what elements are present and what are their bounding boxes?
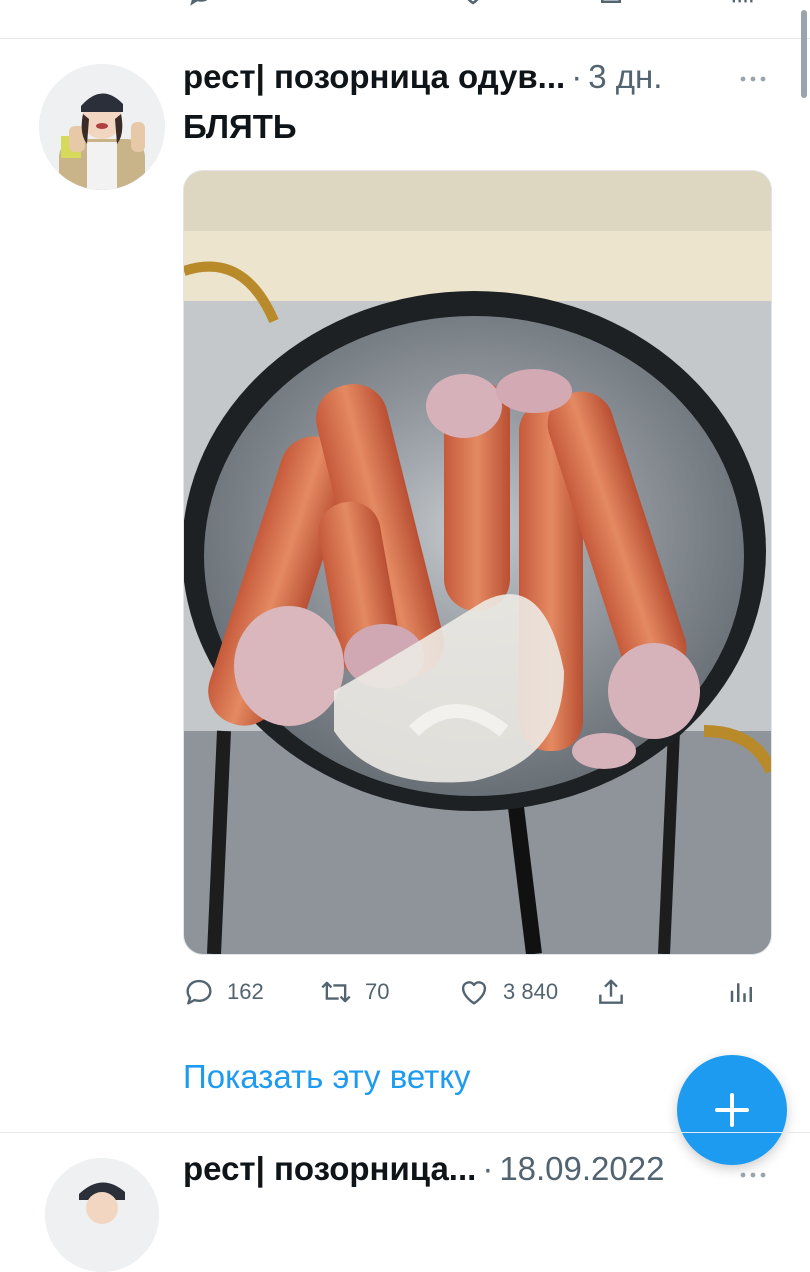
analytics-icon xyxy=(730,983,752,1002)
author-name[interactable]: рест| позорница одув... xyxy=(183,58,565,96)
share-button[interactable] xyxy=(596,0,626,14)
analytics-button[interactable] xyxy=(727,972,757,1012)
heart-icon xyxy=(461,981,487,1005)
reply-icon xyxy=(186,979,212,1005)
tweet-time[interactable]: 18.09.2022 xyxy=(499,1150,664,1188)
more-horizontal-icon xyxy=(740,1172,766,1178)
avatar[interactable] xyxy=(39,64,165,190)
like-count: 3 840 xyxy=(503,979,559,1004)
tweet-media[interactable] xyxy=(183,170,772,955)
compose-tweet-button[interactable] xyxy=(677,1055,787,1165)
divider xyxy=(0,1132,810,1133)
author-name[interactable]: рест| позорница... xyxy=(183,1150,476,1188)
plus-icon xyxy=(715,1093,749,1127)
avatar-image xyxy=(45,1158,159,1272)
avatar-image xyxy=(39,64,165,190)
tweet-actions: 162 70 3 840 xyxy=(183,972,783,1012)
retweet-icon xyxy=(322,0,352,8)
header-separator: · xyxy=(571,58,583,95)
analytics-button[interactable] xyxy=(728,0,756,14)
reply-button[interactable] xyxy=(186,0,216,14)
scrollbar[interactable] xyxy=(801,10,807,98)
share-icon xyxy=(601,0,621,3)
sausages-photo xyxy=(184,171,771,954)
tweet-text: БЛЯТЬ xyxy=(183,108,297,145)
retweet-button[interactable] xyxy=(322,0,352,14)
avatar[interactable] xyxy=(45,1158,159,1272)
more-horizontal-icon xyxy=(740,76,766,82)
reply-icon xyxy=(190,0,208,6)
share-icon xyxy=(599,979,623,1004)
previous-tweet-actions: 2 10 xyxy=(0,0,810,8)
reply-count: 162 xyxy=(227,979,264,1004)
reply-button[interactable]: 162 xyxy=(183,972,264,1012)
share-button[interactable] xyxy=(595,972,627,1012)
show-thread-link[interactable]: Показать эту ветку xyxy=(183,1058,471,1096)
divider xyxy=(0,38,810,39)
tweet-time[interactable]: 3 дн. xyxy=(588,58,662,96)
retweet-count: 70 xyxy=(365,979,390,1004)
like-button[interactable] xyxy=(458,0,488,14)
analytics-icon xyxy=(732,0,753,3)
retweet-button[interactable]: 70 xyxy=(319,972,389,1012)
heart-icon xyxy=(467,0,479,5)
more-options-button[interactable] xyxy=(738,1160,768,1190)
header-separator: · xyxy=(482,1150,494,1187)
like-button[interactable]: 3 840 xyxy=(457,972,558,1012)
retweet-icon xyxy=(321,981,351,1003)
tweet-header: рест| позорница одув... · 3 дн. xyxy=(183,58,783,102)
next-tweet-header: рест| позорница... · 18.09.2022 xyxy=(183,1150,783,1194)
more-options-button[interactable] xyxy=(738,64,768,94)
